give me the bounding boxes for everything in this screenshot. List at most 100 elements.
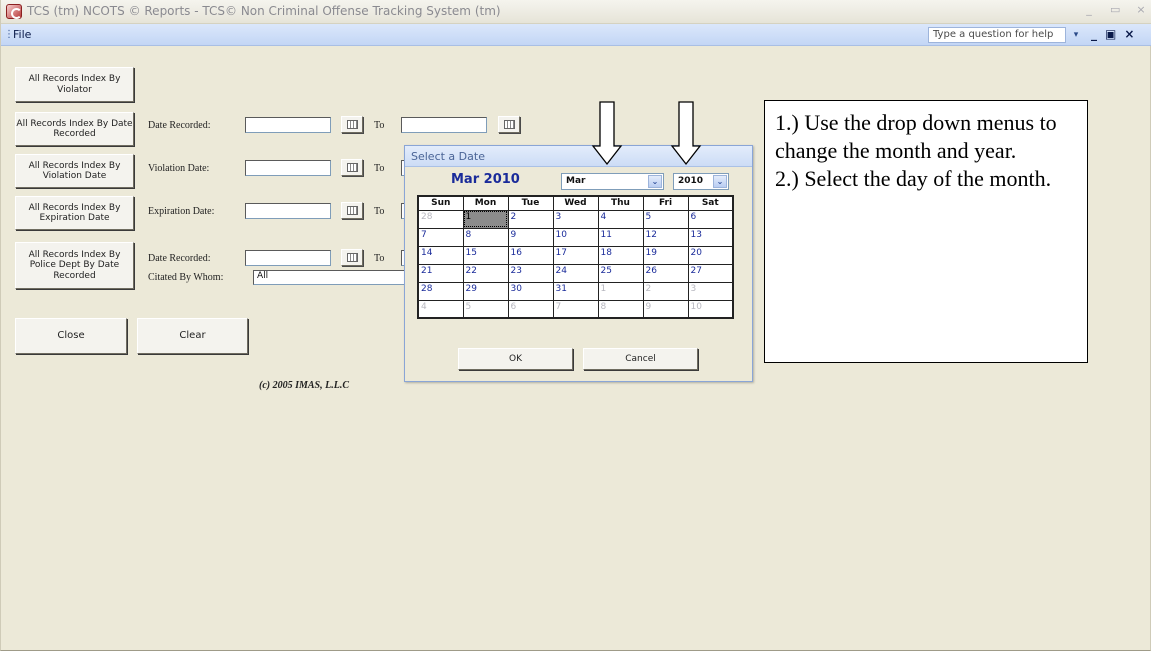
title-bar: TCS (tm) NCOTS © Reports - TCS© Non Crim… [1,0,1151,24]
calendar-day-other-month[interactable]: 4 [417,299,464,319]
date-recorded-to-field[interactable] [401,117,487,133]
all-records-by-police-dept-button[interactable]: All Records Index By Police Dept By Date… [15,242,134,289]
expiration-date-label: Expiration Date: [148,206,215,217]
calendar-icon [504,120,515,129]
calendar-day[interactable]: 16 [507,245,554,265]
help-dropdown-icon[interactable]: ▾ [1069,27,1083,43]
ok-button[interactable]: OK [458,348,573,370]
to-label: To [374,253,385,264]
date-recorded-2-label: Date Recorded: [148,253,211,264]
calendar-day[interactable]: 14 [417,245,464,265]
calendar-day-other-month[interactable]: 7 [552,299,599,319]
date-recorded-2-from-field[interactable] [245,250,331,266]
all-records-by-date-recorded-button[interactable]: All Records Index By Date Recorded [15,112,134,146]
calendar-day[interactable]: 6 [687,209,734,229]
date-recorded-to-calendar-button[interactable] [498,116,520,133]
calendar-day[interactable]: 26 [642,263,689,283]
calendar-day-other-month[interactable]: 28 [417,209,464,229]
calendar-day-other-month[interactable]: 8 [597,299,644,319]
calendar-day[interactable]: 22 [462,263,509,283]
calendar-day[interactable]: 27 [687,263,734,283]
app-logo-icon [6,4,22,19]
calendar-day[interactable]: 21 [417,263,464,283]
calendar-grid: Sun Mon Tue Wed Thu Fri Sat 28 1 2 3 4 5 [417,195,734,319]
year-dropdown-arrow-icon[interactable]: ⌄ [713,175,727,188]
calendar-day[interactable]: 30 [507,281,554,301]
weekday-header: Thu [597,195,644,211]
violation-date-calendar-button[interactable] [341,159,363,176]
calendar-day-other-month[interactable]: 2 [642,281,689,301]
calendar-icon [347,120,358,129]
restore-icon[interactable]: ▭ [1110,3,1120,16]
minimize-icon[interactable]: _ [1084,3,1094,16]
weekday-header: Fri [642,195,689,211]
all-records-by-violation-date-button[interactable]: All Records Index By Violation Date [15,154,134,188]
all-records-by-violator-button[interactable]: All Records Index By Violator [15,67,134,102]
calendar-day[interactable]: 15 [462,245,509,265]
calendar-day-other-month[interactable]: 9 [642,299,689,319]
calendar-day[interactable]: 12 [642,227,689,247]
calendar-day-other-month[interactable]: 5 [462,299,509,319]
down-arrow-icon [591,101,623,166]
calendar-day-other-month[interactable]: 1 [597,281,644,301]
calendar-day[interactable]: 31 [552,281,599,301]
close-button[interactable]: Close [15,318,127,354]
calendar-day[interactable]: 25 [597,263,644,283]
help-search-input[interactable]: Type a question for help [928,27,1066,43]
calendar-day[interactable]: 4 [597,209,644,229]
instruction-callout: 1.) Use the drop down menus to change th… [764,100,1088,363]
month-dropdown[interactable]: Mar ⌄ [561,173,664,190]
calendar-day[interactable]: 9 [507,227,554,247]
violation-date-label: Violation Date: [148,163,210,174]
mdi-controls: _ ▣ × [1091,27,1134,41]
menu-bar: ⋮ File Type a question for help ▾ _ ▣ × [1,24,1151,46]
calendar-day[interactable]: 8 [462,227,509,247]
citated-by-field[interactable]: All [253,270,411,285]
mdi-close-icon[interactable]: × [1124,27,1134,41]
calendar-day[interactable]: 5 [642,209,689,229]
mdi-restore-icon[interactable]: ▣ [1105,27,1116,41]
clear-button[interactable]: Clear [137,318,248,354]
calendar-day[interactable]: 19 [642,245,689,265]
cancel-button[interactable]: Cancel [583,348,698,370]
month-dropdown-arrow-icon[interactable]: ⌄ [648,175,662,188]
calendar-day-other-month[interactable]: 6 [507,299,554,319]
calendar-day-other-month[interactable]: 3 [687,281,734,301]
close-icon[interactable]: × [1136,3,1146,16]
month-dropdown-value: Mar [566,176,586,186]
copyright-text: (c) 2005 IMAS, L.L.C [259,380,349,391]
expiration-date-from-field[interactable] [245,203,331,219]
calendar-icon [347,253,358,262]
expiration-date-calendar-button[interactable] [341,202,363,219]
calendar-day[interactable]: 2 [507,209,554,229]
calendar-day[interactable]: 20 [687,245,734,265]
mdi-minimize-icon[interactable]: _ [1091,27,1097,41]
calendar-day[interactable]: 17 [552,245,599,265]
violation-date-from-field[interactable] [245,160,331,176]
calendar-day[interactable]: 23 [507,263,554,283]
all-records-by-expiration-date-button[interactable]: All Records Index By Expiration Date [15,196,134,230]
calendar-day[interactable]: 29 [462,281,509,301]
calendar-day[interactable]: 3 [552,209,599,229]
calendar-day[interactable]: 11 [597,227,644,247]
weekday-header: Wed [552,195,599,211]
weekday-header: Mon [462,195,509,211]
menu-file[interactable]: File [13,28,31,41]
calendar-day[interactable]: 13 [687,227,734,247]
date-recorded-from-calendar-button[interactable] [341,116,363,133]
instruction-step-1: 1.) Use the drop down menus to change th… [775,110,1057,164]
calendar-day[interactable]: 7 [417,227,464,247]
to-label: To [374,206,385,217]
calendar-day[interactable]: 28 [417,281,464,301]
date-recorded-2-calendar-button[interactable] [341,249,363,266]
instruction-step-2: 2.) Select the day of the month. [775,166,1052,192]
calendar-day-other-month[interactable]: 10 [687,299,734,319]
calendar-day-selected[interactable]: 1 [462,209,509,229]
year-dropdown[interactable]: 2010 ⌄ [673,173,729,190]
date-recorded-from-field[interactable] [245,117,331,133]
calendar-day[interactable]: 18 [597,245,644,265]
calendar-day[interactable]: 10 [552,227,599,247]
calendar-icon [347,163,358,172]
calendar-day[interactable]: 24 [552,263,599,283]
date-picker-dialog: Select a Date Mar 2010 Mar ⌄ 2010 ⌄ Sun … [404,145,753,382]
